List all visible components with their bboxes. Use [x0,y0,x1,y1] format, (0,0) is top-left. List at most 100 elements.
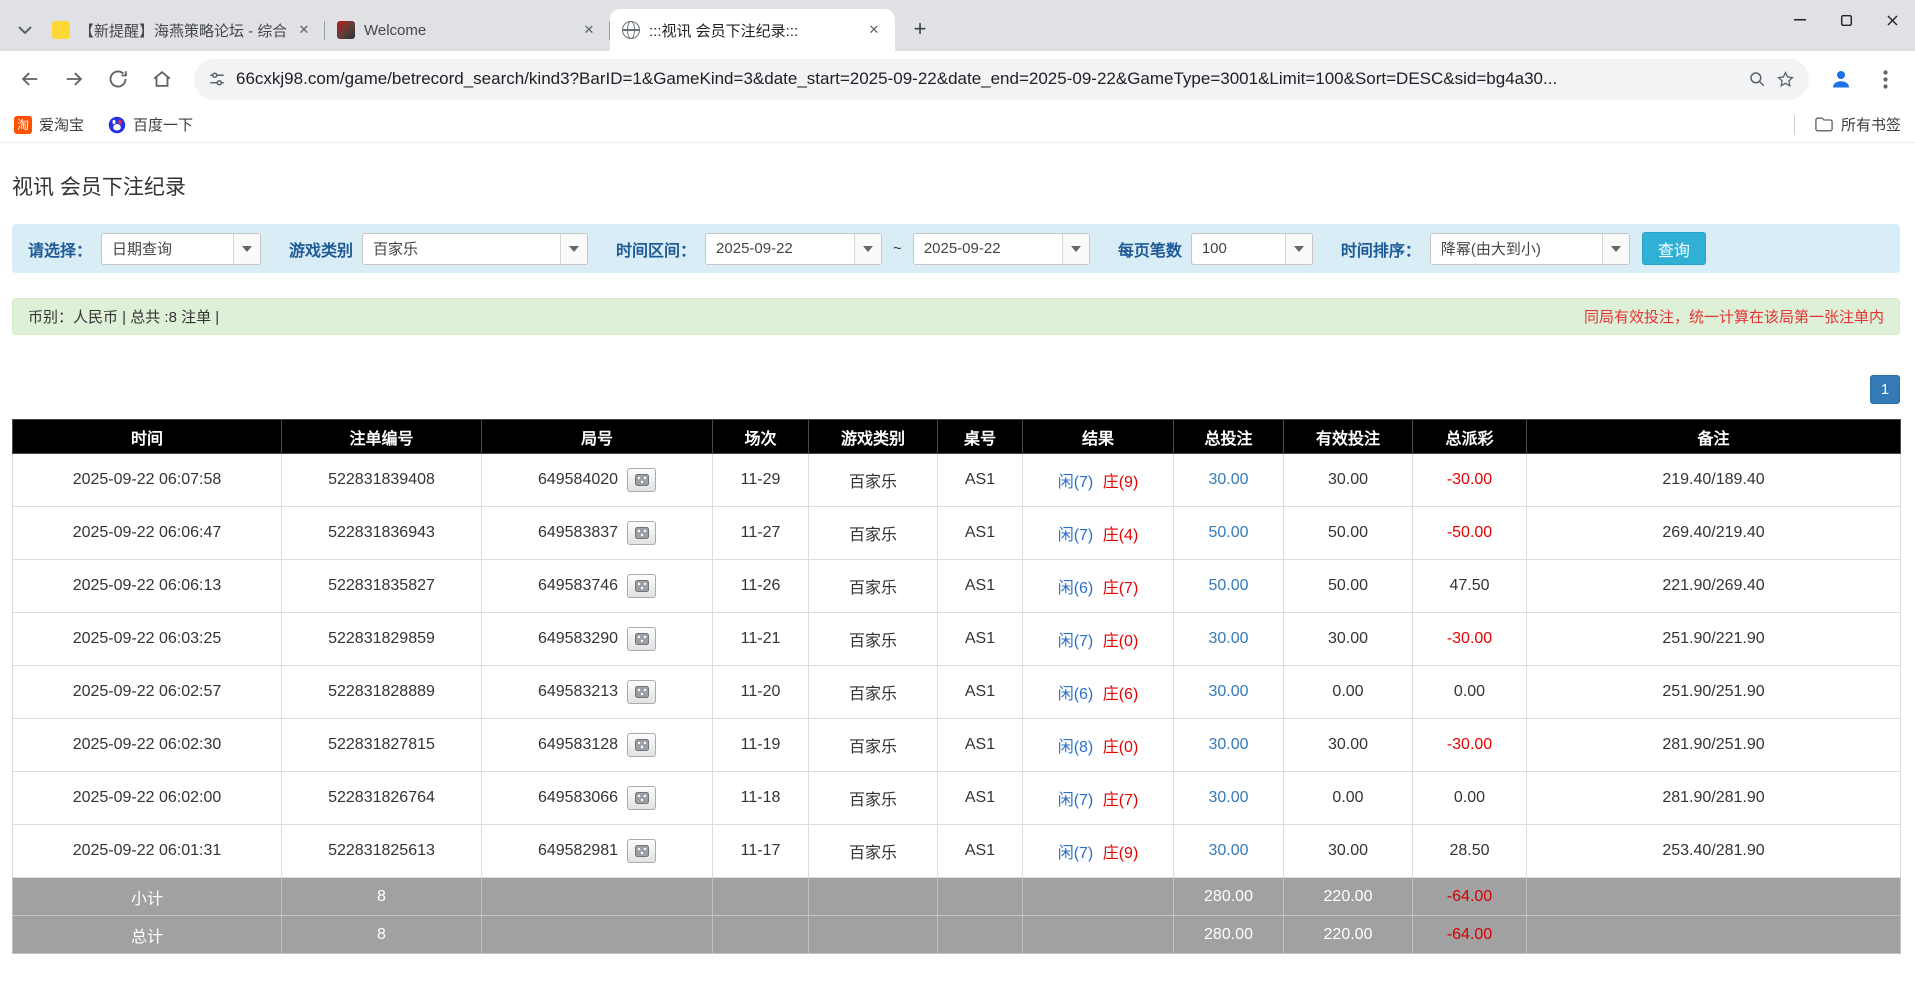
subtotal-row: 小计 8 280.00 220.00 -64.00 [13,878,1901,916]
result-banker: 庄(7) [1103,580,1139,597]
site-controls-icon[interactable] [208,70,226,88]
column-header: 总投注 [1174,420,1284,454]
empty-cell [1527,878,1901,916]
cell-payout: 47.50 [1413,560,1527,613]
cell-result: 闲(7) 庄(9) [1023,825,1174,878]
cell-total-bet[interactable]: 30.00 [1174,772,1284,825]
round-replay-icon[interactable] [627,786,656,810]
cell-total-bet[interactable]: 50.00 [1174,507,1284,560]
tab-title: :::视讯 会员下注纪录::: [649,20,856,41]
tab-close-icon[interactable]: ✕ [580,21,598,39]
all-bookmarks-button[interactable]: 所有书签 [1794,114,1901,135]
round-id-text: 649583290 [538,630,618,648]
sort-select[interactable]: 降幂(由大到小) [1430,233,1630,265]
back-icon[interactable] [10,59,50,99]
query-type-value: 日期查询 [102,234,233,264]
query-type-label: 请选择： [28,237,92,261]
table-row: 2025-09-22 06:06:47 522831836943 6495838… [13,507,1901,560]
cell-round-id: 649583128 [482,719,713,772]
round-replay-icon[interactable] [627,680,656,704]
taobao-icon: 淘 [14,116,32,134]
search-button[interactable]: 查询 [1642,232,1706,265]
chevron-down-icon[interactable] [233,234,260,264]
empty-cell [938,878,1023,916]
round-replay-icon[interactable] [627,574,656,598]
cell-note: 221.90/269.40 [1527,560,1901,613]
cell-total-bet[interactable]: 30.00 [1174,613,1284,666]
cell-bet-id: 522831839408 [282,454,482,507]
bookmark-taobao[interactable]: 淘 爱淘宝 [14,114,84,135]
browser-tab[interactable]: :::视讯 会员下注纪录::: ✕ [610,9,895,51]
chevron-down-icon[interactable] [1285,234,1312,264]
per-page-select[interactable]: 100 [1191,233,1313,265]
cell-payout: -30.00 [1413,454,1527,507]
menu-dots-icon[interactable] [1865,59,1905,99]
browser-tab[interactable]: 【新提醒】海燕策略论坛 - 综合 ✕ [40,9,325,51]
page-1-button[interactable]: 1 [1870,375,1900,404]
cell-total-bet[interactable]: 30.00 [1174,454,1284,507]
url-text[interactable]: 66cxkj98.com/game/betrecord_search/kind3… [236,69,1738,89]
chevron-down-icon[interactable] [1602,234,1629,264]
cell-total-bet[interactable]: 30.00 [1174,719,1284,772]
column-header: 时间 [13,420,282,454]
result-banker: 庄(0) [1103,633,1139,650]
cell-table-no: AS1 [938,507,1023,560]
cell-total-bet[interactable]: 50.00 [1174,560,1284,613]
cell-payout: -50.00 [1413,507,1527,560]
new-tab-icon[interactable]: + [903,12,937,46]
tab-bar: 【新提醒】海燕策略论坛 - 综合 ✕ Welcome ✕ :::视讯 会员下注纪… [0,0,1915,51]
table-row: 2025-09-22 06:06:13 522831835827 6495837… [13,560,1901,613]
home-icon[interactable] [142,59,182,99]
date-end-select[interactable]: 2025-09-22 [913,233,1090,265]
tab-favicon [52,21,70,39]
bookmark-baidu[interactable]: 百度一下 [108,114,193,135]
game-type-select[interactable]: 百家乐 [362,233,588,265]
tab-close-icon[interactable]: ✕ [295,21,313,39]
round-replay-icon[interactable] [627,627,656,651]
column-header: 备注 [1527,420,1901,454]
round-id-text: 649583066 [538,789,618,807]
cell-time: 2025-09-22 06:02:00 [13,772,282,825]
sort-label: 时间排序： [1341,237,1421,261]
result-player: 闲(6) [1058,686,1094,703]
profile-avatar[interactable] [1821,59,1861,99]
chevron-down-icon[interactable] [854,234,881,264]
round-replay-icon[interactable] [627,839,656,863]
query-type-select[interactable]: 日期查询 [101,233,261,265]
tab-close-icon[interactable]: ✕ [865,21,883,39]
column-header: 局号 [482,420,713,454]
cell-total-bet[interactable]: 30.00 [1174,825,1284,878]
browser-tab[interactable]: Welcome ✕ [325,9,610,51]
result-player: 闲(8) [1058,739,1094,756]
refresh-icon[interactable] [98,59,138,99]
page-title: 视讯 会员下注纪录 [12,171,1915,201]
bookmark-star-icon[interactable] [1776,70,1795,89]
date-range-label: 时间区间： [616,237,696,261]
date-start-select[interactable]: 2025-09-22 [705,233,882,265]
minimize-icon[interactable] [1777,0,1823,40]
cell-table-no: AS1 [938,825,1023,878]
bookmark-label: 爱淘宝 [39,114,84,135]
result-player: 闲(7) [1058,633,1094,650]
round-replay-icon[interactable] [627,468,656,492]
cell-total-bet[interactable]: 30.00 [1174,666,1284,719]
tab-search-icon[interactable] [10,13,40,47]
url-bar[interactable]: 66cxkj98.com/game/betrecord_search/kind3… [194,59,1809,100]
cell-session: 11-27 [713,507,809,560]
zoom-icon[interactable] [1748,70,1766,88]
close-window-icon[interactable] [1869,0,1915,40]
date-range-separator: ~ [893,240,902,257]
round-replay-icon[interactable] [627,733,656,757]
round-replay-icon[interactable] [627,521,656,545]
chevron-down-icon[interactable] [1062,234,1089,264]
table-row: 2025-09-22 06:01:31 522831825613 6495829… [13,825,1901,878]
per-page-label: 每页笔数 [1118,237,1182,261]
empty-cell [809,878,938,916]
forward-icon[interactable] [54,59,94,99]
maximize-icon[interactable] [1823,0,1869,40]
baidu-icon [108,116,126,134]
subtotal-valid-bet: 220.00 [1284,878,1413,916]
chevron-down-icon[interactable] [560,234,587,264]
cell-payout: 0.00 [1413,772,1527,825]
column-header: 注单编号 [282,420,482,454]
